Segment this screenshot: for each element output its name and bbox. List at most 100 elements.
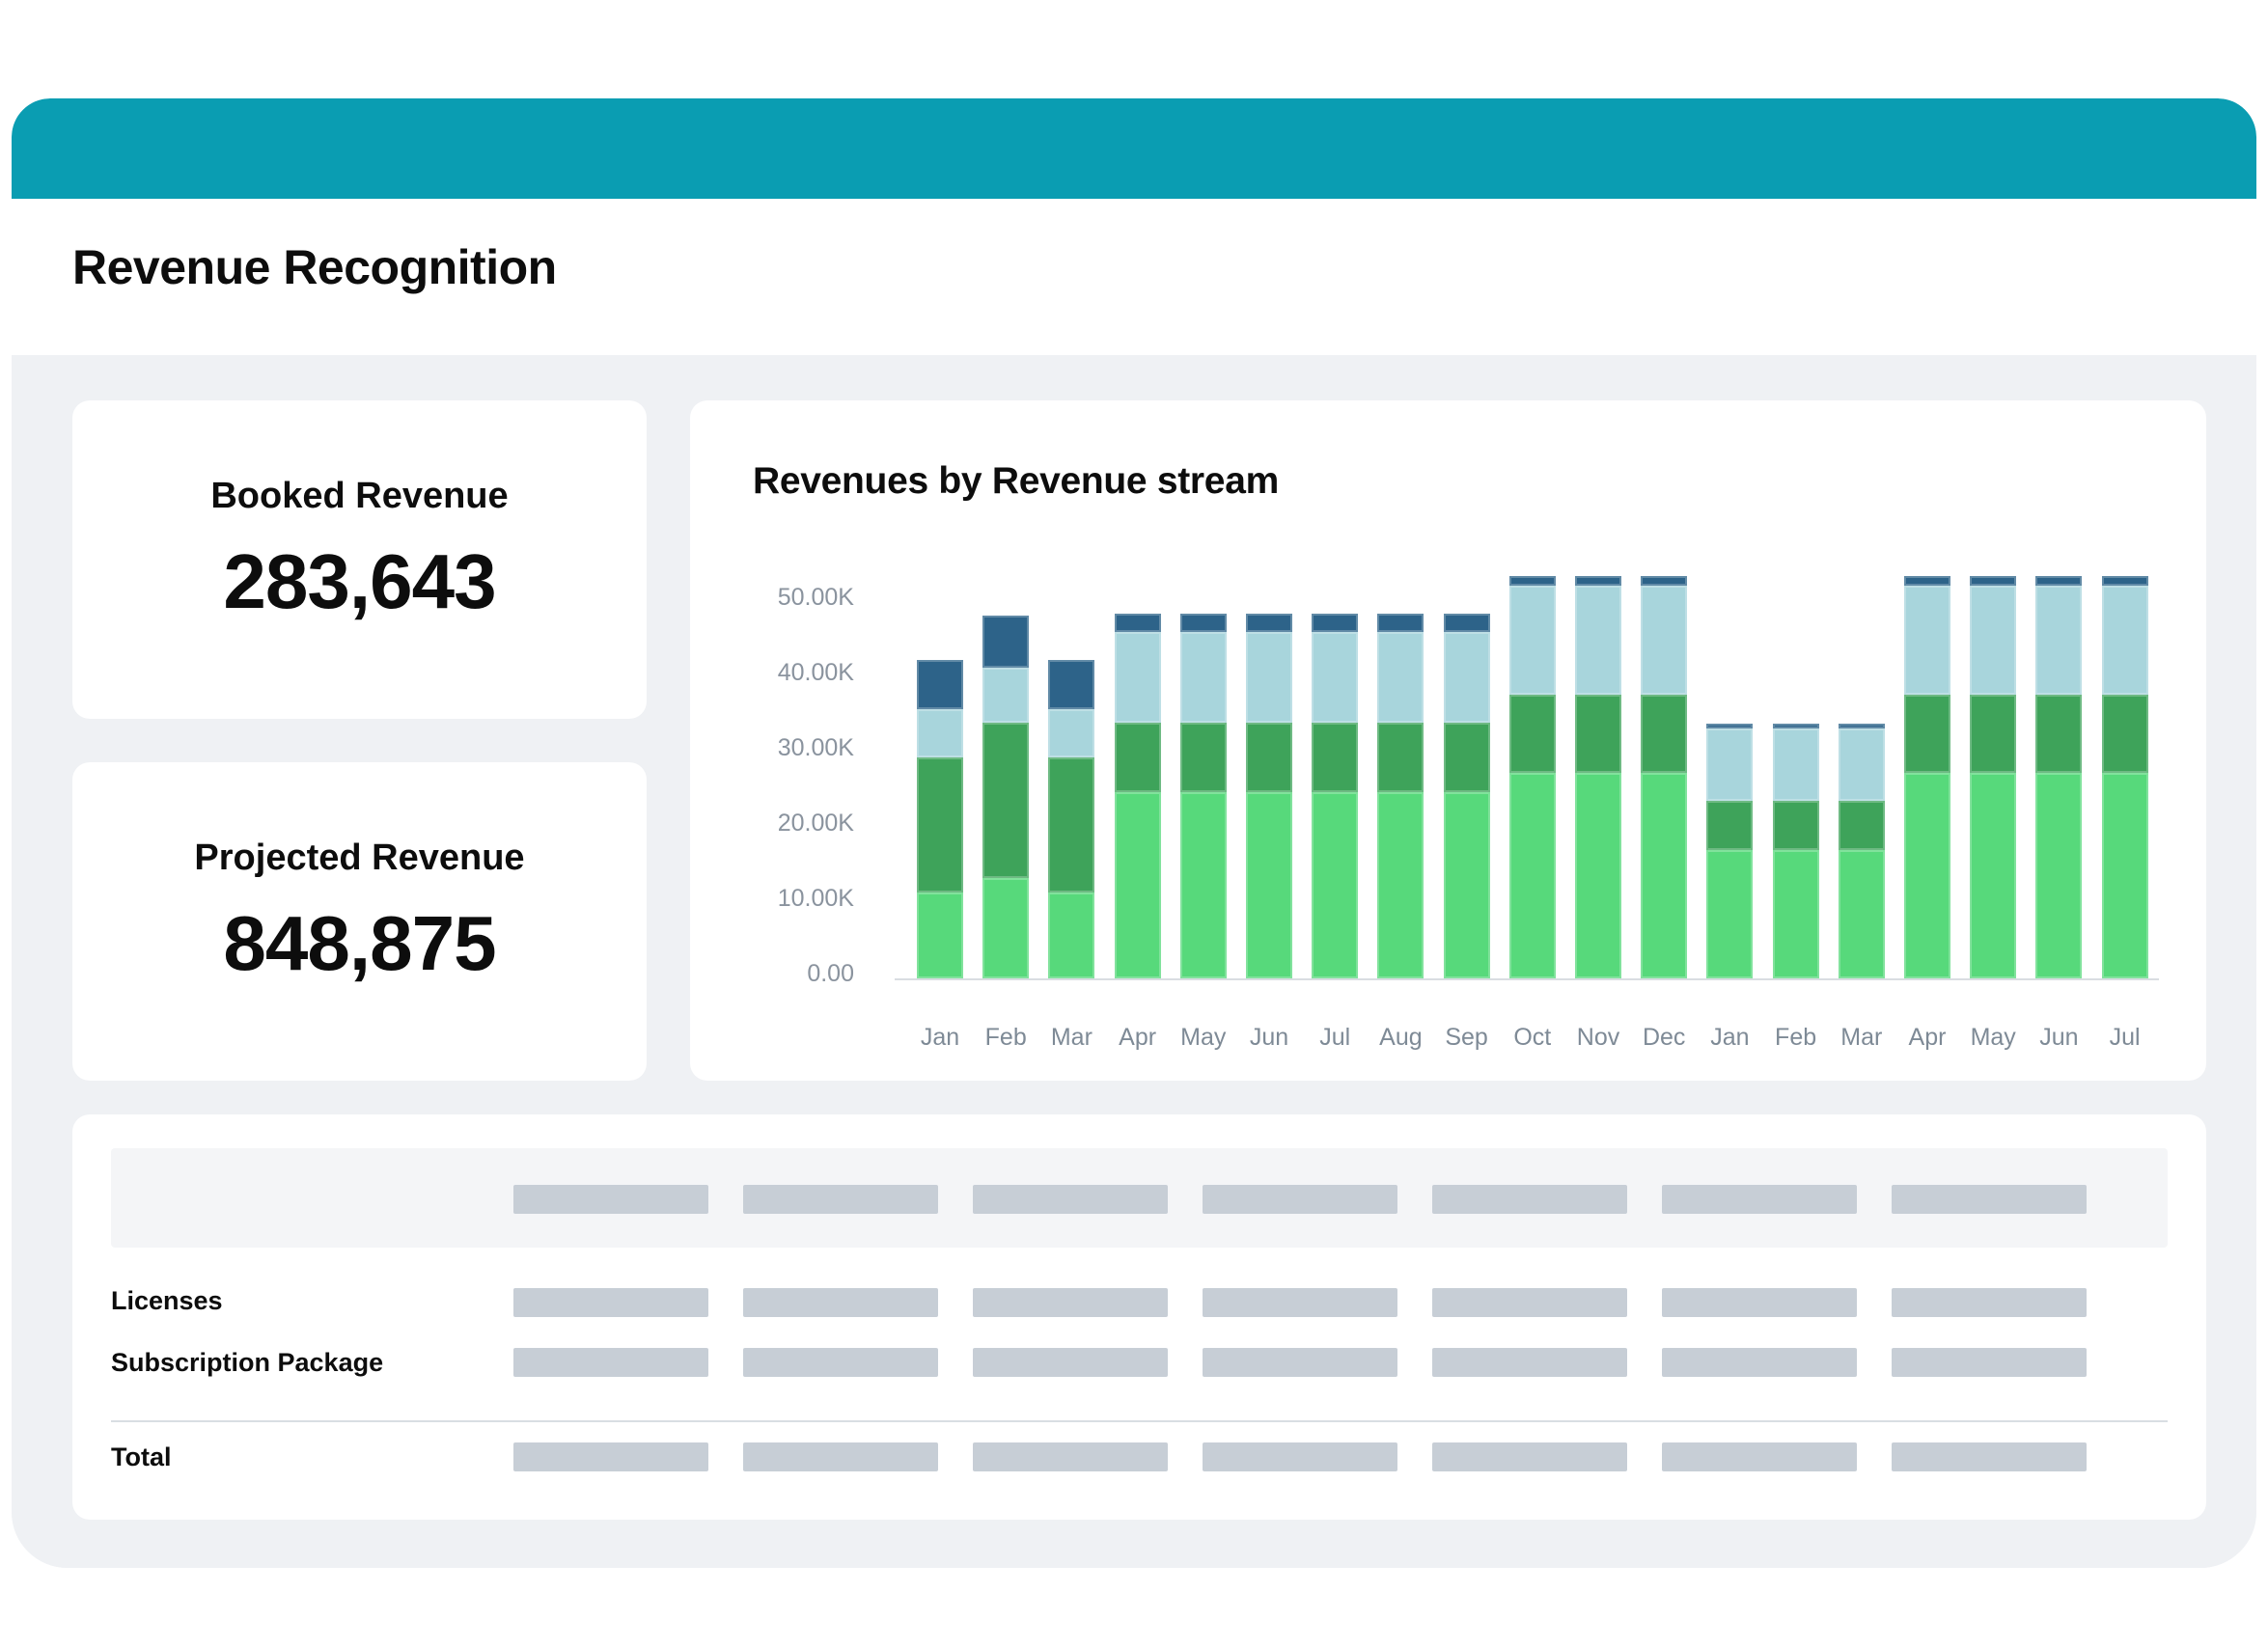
bar-segment-light-blue-stream[interactable] xyxy=(917,709,963,758)
kpi-value-projected-revenue: 848,875 xyxy=(72,899,647,988)
bar-segment-bright-green-stream[interactable] xyxy=(982,878,1029,978)
bar-segment-light-blue-stream[interactable] xyxy=(1115,632,1161,723)
licenses-pill-placeholder xyxy=(743,1288,938,1317)
bar-segment-dark-green-stream[interactable] xyxy=(1377,723,1424,792)
bar-segment-light-blue-stream[interactable] xyxy=(1246,632,1292,723)
bar-segment-dark-blue-stream[interactable] xyxy=(1509,576,1556,586)
bar-segment-light-blue-stream[interactable] xyxy=(1575,586,1621,695)
bar-segment-dark-green-stream[interactable] xyxy=(1970,695,2016,773)
subscription-package-pill-placeholder xyxy=(743,1348,938,1377)
revenue-table-card: Licenses Subscription Package Total xyxy=(72,1114,2206,1520)
bar-segment-dark-blue-stream[interactable] xyxy=(1180,614,1227,632)
bar-segment-light-blue-stream[interactable] xyxy=(1377,632,1424,723)
title-bar: Revenue Recognition xyxy=(12,199,2256,355)
bar-segment-bright-green-stream[interactable] xyxy=(1048,893,1094,978)
bar-segment-dark-green-stream[interactable] xyxy=(1641,695,1687,773)
licenses-pill-placeholder xyxy=(973,1288,1168,1317)
bar-segment-dark-green-stream[interactable] xyxy=(1180,723,1227,792)
bar-segment-light-blue-stream[interactable] xyxy=(1970,586,2016,695)
licenses-pill-placeholder xyxy=(1203,1288,1397,1317)
x-axis-month-label: Aug xyxy=(1366,1023,1435,1052)
bar-segment-bright-green-stream[interactable] xyxy=(1180,792,1227,978)
y-axis-tick-label: 20.00K xyxy=(709,809,854,838)
bar-segment-bright-green-stream[interactable] xyxy=(2102,773,2148,978)
bar-segment-bright-green-stream[interactable] xyxy=(1641,773,1687,978)
bar-segment-bright-green-stream[interactable] xyxy=(1706,850,1753,978)
bar-segment-dark-green-stream[interactable] xyxy=(1444,723,1490,792)
bar-segment-dark-green-stream[interactable] xyxy=(1904,695,1950,773)
bar-segment-dark-green-stream[interactable] xyxy=(1115,723,1161,792)
bar-segment-light-blue-stream[interactable] xyxy=(1312,632,1358,723)
bar-segment-bright-green-stream[interactable] xyxy=(1904,773,1950,978)
y-axis-tick-label: 0.00 xyxy=(709,959,854,988)
bar-segment-dark-green-stream[interactable] xyxy=(982,723,1029,878)
bar-segment-light-blue-stream[interactable] xyxy=(1180,632,1227,723)
bar-segment-light-blue-stream[interactable] xyxy=(1904,586,1950,695)
bar-segment-light-blue-stream[interactable] xyxy=(1509,586,1556,695)
bar-segment-bright-green-stream[interactable] xyxy=(2035,773,2082,978)
bar-segment-light-blue-stream[interactable] xyxy=(1706,728,1753,801)
bar-segment-dark-blue-stream[interactable] xyxy=(2035,576,2082,586)
bar-segment-dark-blue-stream[interactable] xyxy=(1575,576,1621,586)
bar-segment-bright-green-stream[interactable] xyxy=(1246,792,1292,978)
bar-segment-dark-blue-stream[interactable] xyxy=(1773,724,1819,728)
bar-segment-dark-green-stream[interactable] xyxy=(1246,723,1292,792)
bar-segment-dark-green-stream[interactable] xyxy=(2035,695,2082,773)
bar-segment-dark-blue-stream[interactable] xyxy=(1839,724,1885,728)
bar-segment-dark-blue-stream[interactable] xyxy=(1377,614,1424,632)
bar-segment-dark-blue-stream[interactable] xyxy=(1706,724,1753,728)
bar-segment-dark-green-stream[interactable] xyxy=(2102,695,2148,773)
bar-segment-bright-green-stream[interactable] xyxy=(1773,850,1819,978)
bar-segment-dark-green-stream[interactable] xyxy=(1509,695,1556,773)
bar-segment-dark-blue-stream[interactable] xyxy=(1904,576,1950,586)
bar-segment-dark-green-stream[interactable] xyxy=(917,757,963,893)
bar-segment-light-blue-stream[interactable] xyxy=(1839,728,1885,801)
bar-segment-dark-blue-stream[interactable] xyxy=(1641,576,1687,586)
bar-segment-light-blue-stream[interactable] xyxy=(1444,632,1490,723)
bar-segment-bright-green-stream[interactable] xyxy=(1377,792,1424,978)
bar-segment-dark-green-stream[interactable] xyxy=(1839,801,1885,850)
total-pill-placeholder xyxy=(1432,1442,1627,1471)
bar-segment-bright-green-stream[interactable] xyxy=(1509,773,1556,978)
bar-segment-bright-green-stream[interactable] xyxy=(1575,773,1621,978)
bar-segment-dark-blue-stream[interactable] xyxy=(1115,614,1161,632)
bar-segment-light-blue-stream[interactable] xyxy=(2035,586,2082,695)
bar-segment-dark-blue-stream[interactable] xyxy=(917,660,963,709)
bar-segment-bright-green-stream[interactable] xyxy=(1444,792,1490,978)
header-pill-placeholder xyxy=(973,1185,1168,1214)
bar-segment-light-blue-stream[interactable] xyxy=(2102,586,2148,695)
table-divider xyxy=(111,1420,2168,1422)
bar-segment-dark-blue-stream[interactable] xyxy=(1970,576,2016,586)
bar-segment-dark-blue-stream[interactable] xyxy=(982,616,1029,668)
total-pill-placeholder xyxy=(1662,1442,1857,1471)
bar-segment-dark-blue-stream[interactable] xyxy=(1444,614,1490,632)
bar-segment-bright-green-stream[interactable] xyxy=(917,893,963,978)
bar-segment-bright-green-stream[interactable] xyxy=(1115,792,1161,978)
bar-segment-dark-green-stream[interactable] xyxy=(1312,723,1358,792)
x-axis-month-label: Jan xyxy=(905,1023,975,1052)
kpi-label-booked-revenue: Booked Revenue xyxy=(72,476,647,517)
bar-segment-light-blue-stream[interactable] xyxy=(1773,728,1819,801)
licenses-pill-placeholder xyxy=(513,1288,708,1317)
bar-segment-dark-blue-stream[interactable] xyxy=(2102,576,2148,586)
bar-segment-dark-blue-stream[interactable] xyxy=(1246,614,1292,632)
x-axis-month-label: Jan xyxy=(1695,1023,1764,1052)
bar-segment-bright-green-stream[interactable] xyxy=(1970,773,2016,978)
x-axis-month-label: Mar xyxy=(1827,1023,1896,1052)
bar-segment-dark-green-stream[interactable] xyxy=(1048,757,1094,893)
bar-segment-bright-green-stream[interactable] xyxy=(1312,792,1358,978)
row-label-subscription-package: Subscription Package xyxy=(111,1348,383,1377)
bar-segment-dark-blue-stream[interactable] xyxy=(1048,660,1094,709)
y-axis-tick-label: 10.00K xyxy=(709,884,854,913)
bar-segment-dark-green-stream[interactable] xyxy=(1773,801,1819,850)
kpi-card-projected-revenue: Projected Revenue 848,875 xyxy=(72,762,647,1081)
bar-segment-bright-green-stream[interactable] xyxy=(1839,850,1885,978)
bar-segment-light-blue-stream[interactable] xyxy=(1641,586,1687,695)
x-axis-line xyxy=(895,978,2159,980)
page-title: Revenue Recognition xyxy=(72,239,557,295)
bar-segment-dark-green-stream[interactable] xyxy=(1575,695,1621,773)
bar-segment-dark-green-stream[interactable] xyxy=(1706,801,1753,850)
bar-segment-dark-blue-stream[interactable] xyxy=(1312,614,1358,632)
bar-segment-light-blue-stream[interactable] xyxy=(1048,709,1094,758)
bar-segment-light-blue-stream[interactable] xyxy=(982,668,1029,723)
